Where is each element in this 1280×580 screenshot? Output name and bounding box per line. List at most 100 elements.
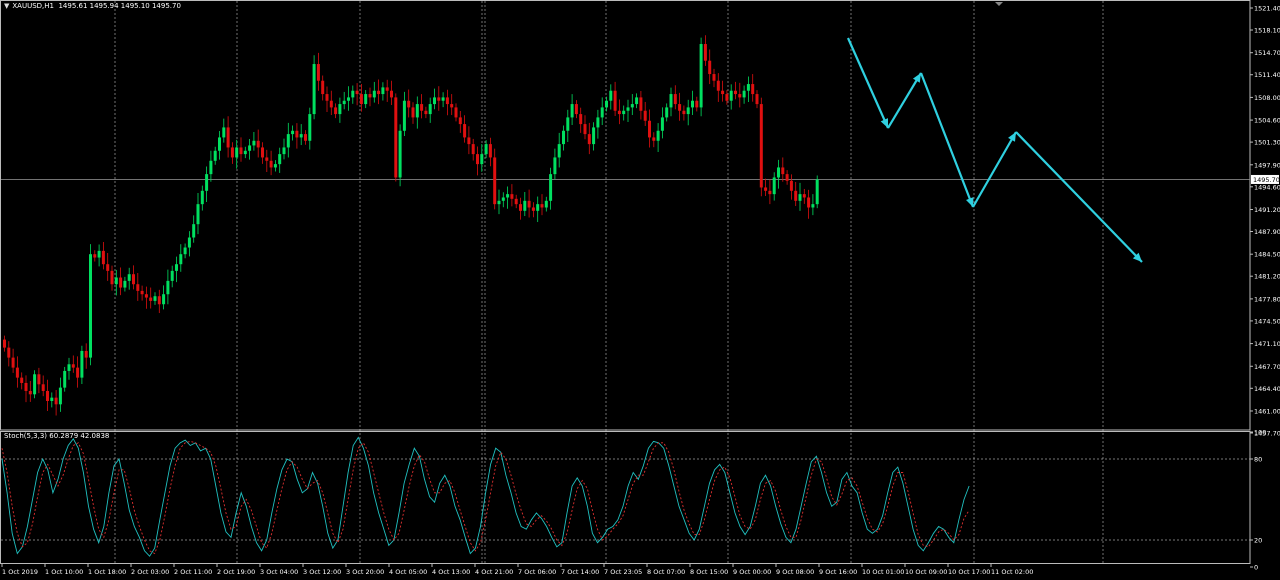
bull-candle <box>480 154 484 165</box>
bear-candle <box>807 197 811 208</box>
bear-candle <box>149 297 153 301</box>
bear-candle <box>411 107 415 118</box>
y-tick-label: 1514.70 <box>1254 49 1280 57</box>
bear-candle <box>510 194 514 199</box>
bear-candle <box>583 124 587 135</box>
bull-candle <box>338 104 342 115</box>
x-tick-label: 9 Oct 00:00 <box>733 568 771 576</box>
bull-candle <box>549 174 553 201</box>
bull-candle <box>798 194 802 201</box>
bear-candle <box>652 137 656 141</box>
bull-candle <box>746 84 750 91</box>
bear-candle <box>136 284 140 291</box>
bull-candle <box>235 147 239 158</box>
bear-candle <box>531 207 535 211</box>
bull-candle <box>342 100 346 105</box>
bear-candle <box>759 104 763 188</box>
bull-candle <box>497 200 501 205</box>
bear-candle <box>708 60 712 75</box>
bull-candle <box>660 117 664 131</box>
bear-candle <box>37 374 41 385</box>
x-tick-label: 1 Oct 18:00 <box>88 568 126 576</box>
bull-candle <box>441 97 445 101</box>
bear-candle <box>334 107 338 115</box>
bull-candle <box>162 294 166 305</box>
y-tick-label: 1508.00 <box>1254 94 1280 102</box>
x-tick-label: 1 Oct 2019 <box>2 568 38 576</box>
y-tick-label: 1518.10 <box>1254 27 1280 35</box>
bear-candle <box>230 147 234 158</box>
price-chart[interactable]: 1 Oct 2019 1 Oct 10:00 1 Oct 18:00 2 Oct 03… <box>0 0 1280 580</box>
bear-candle <box>54 397 58 405</box>
y-tick-label: 1491.20 <box>1254 206 1280 214</box>
x-tick-label: 2 Oct 11:00 <box>174 568 212 576</box>
y-tick-label: 1504.60 <box>1254 117 1280 125</box>
bear-candle <box>3 339 6 348</box>
bear-candle <box>454 107 458 118</box>
bear-candle <box>390 90 393 98</box>
bear-candle <box>106 264 110 271</box>
bear-candle <box>71 364 75 368</box>
bear-candle <box>678 104 682 111</box>
y-tick-label: 1471.10 <box>1254 340 1280 348</box>
bull-candle <box>312 64 316 115</box>
bull-candle <box>50 397 54 401</box>
bull-candle <box>686 107 690 115</box>
y-tick-label: 1464.40 <box>1254 385 1280 393</box>
x-tick-label: 11 Oct 02:00 <box>991 568 1033 576</box>
y-tick-label: 1461.00 <box>1254 407 1280 415</box>
bear-candle <box>368 94 372 98</box>
bull-candle <box>347 97 350 101</box>
y-tick-label: 1494.60 <box>1254 183 1280 191</box>
bull-candle <box>218 137 221 151</box>
bear-candle <box>239 147 243 155</box>
bull-candle <box>200 190 204 205</box>
bear-candle <box>764 187 768 191</box>
bull-candle <box>557 144 561 158</box>
bull-candle <box>428 104 432 115</box>
bull-candle <box>605 100 608 108</box>
projection-arrows <box>846 37 1143 263</box>
bull-candle <box>600 107 604 118</box>
bull-candle <box>398 130 402 178</box>
bull-candle <box>89 254 92 358</box>
x-tick-label: 9 Oct 16:00 <box>819 568 857 576</box>
bear-candle <box>493 157 497 205</box>
bear-candle <box>445 97 449 105</box>
bull-candle <box>596 117 600 128</box>
bear-candle <box>424 110 428 115</box>
bear-candle <box>420 104 424 111</box>
bull-candle <box>622 110 626 115</box>
bear-candle <box>579 114 583 125</box>
bear-candle <box>695 100 699 108</box>
bear-candle <box>24 382 28 391</box>
bull-candle <box>273 164 277 168</box>
x-tick-label: 1 Oct 10:00 <box>45 568 83 576</box>
bear-candle <box>157 296 161 305</box>
y-tick-label: 1481.20 <box>1254 273 1280 281</box>
bear-candle <box>471 144 475 155</box>
bull-candle <box>592 127 596 145</box>
bear-candle <box>226 127 230 148</box>
bear-candle <box>295 130 299 138</box>
bear-candle <box>467 137 471 145</box>
bear-candle <box>385 87 389 91</box>
bull-candle <box>484 144 488 155</box>
stoch-signal-line <box>1 440 970 555</box>
bull-candle <box>196 204 200 225</box>
bear-candle <box>15 367 19 378</box>
bear-candle <box>11 357 15 368</box>
projection-arrow-segment <box>846 37 890 129</box>
bull-candle <box>299 134 303 138</box>
bull-candle <box>562 130 565 145</box>
bear-candle <box>643 110 647 121</box>
bull-candle <box>252 140 256 146</box>
bear-candle <box>755 94 759 105</box>
x-tick-label: 3 Oct 12:00 <box>303 568 341 576</box>
projection-arrow-segment <box>919 72 975 208</box>
bear-candle <box>76 367 80 378</box>
y-tick-label: 1511.40 <box>1254 71 1280 79</box>
x-tick-label: 4 Oct 05:00 <box>389 568 427 576</box>
bull-candle <box>308 114 312 141</box>
bear-candle <box>703 44 707 61</box>
